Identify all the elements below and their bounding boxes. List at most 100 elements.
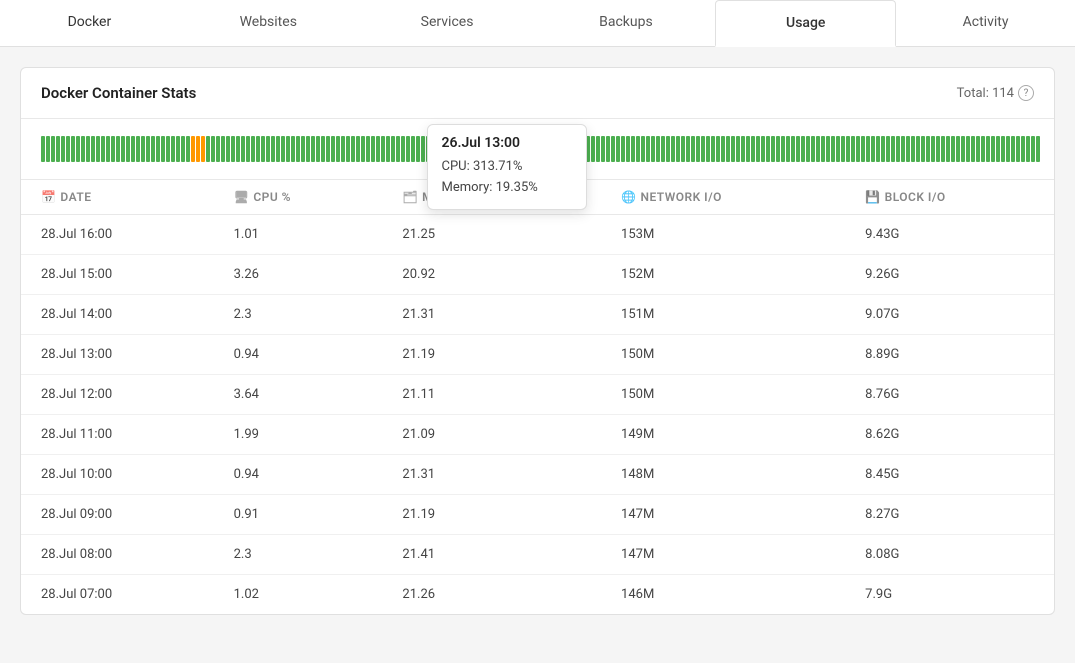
bar-segment: [616, 136, 620, 162]
cell-block: 9.07G: [845, 295, 1054, 335]
bar-segment: [261, 136, 265, 162]
main-content: Docker Container Stats Total: 114 ? 26.J…: [0, 47, 1075, 658]
bar-segment: [196, 136, 200, 162]
bar-segment: [656, 136, 660, 162]
bar-segment: [386, 136, 390, 162]
cell-memory: 21.25: [382, 215, 601, 255]
bar-segment: [686, 136, 690, 162]
bar-segment: [151, 136, 155, 162]
bar-segment: [641, 136, 645, 162]
bar-segment: [866, 136, 870, 162]
bar-segment: [956, 136, 960, 162]
bar-segment: [176, 136, 180, 162]
cell-cpu: 3.26: [214, 255, 383, 295]
cell-network: 148M: [601, 455, 845, 495]
cell-cpu: 2.3: [214, 295, 383, 335]
tab-docker[interactable]: Docker: [0, 0, 179, 46]
cell-network: 150M: [601, 375, 845, 415]
table-row: 28.Jul 11:001.9921.09149M8.62G: [21, 415, 1054, 455]
tooltip-date: 26.Jul 13:00: [442, 135, 572, 151]
bar-segment: [701, 136, 705, 162]
bar-segment: [136, 136, 140, 162]
bar-segment: [301, 136, 305, 162]
bar-segment: [871, 136, 875, 162]
cell-network: 150M: [601, 335, 845, 375]
cell-network: 149M: [601, 415, 845, 455]
cell-memory: 21.19: [382, 495, 601, 535]
cell-date: 28.Jul 10:00: [21, 455, 214, 495]
bar-segment: [1001, 136, 1005, 162]
bar-segment: [1026, 136, 1030, 162]
cell-network: 151M: [601, 295, 845, 335]
bar-segment: [961, 136, 965, 162]
bar-segment: [996, 136, 1000, 162]
cell-block: 8.89G: [845, 335, 1054, 375]
cpu-icon: 🖥: [234, 190, 250, 204]
bar-segment: [981, 136, 985, 162]
bar-segment: [416, 136, 420, 162]
bar-segment: [626, 136, 630, 162]
cell-memory: 21.11: [382, 375, 601, 415]
tab-activity[interactable]: Activity: [896, 0, 1075, 46]
table-row: 28.Jul 13:000.9421.19150M8.89G: [21, 335, 1054, 375]
bar-segment: [726, 136, 730, 162]
bar-segment: [761, 136, 765, 162]
bar-segment: [776, 136, 780, 162]
bar-segment: [801, 136, 805, 162]
bar-segment: [161, 136, 165, 162]
bar-segment: [946, 136, 950, 162]
bar-segment: [111, 136, 115, 162]
bar-segment: [926, 136, 930, 162]
cell-network: 146M: [601, 575, 845, 615]
bar-segment: [1011, 136, 1015, 162]
bar-segment: [666, 136, 670, 162]
cell-date: 28.Jul 09:00: [21, 495, 214, 535]
bar-segment: [631, 136, 635, 162]
cell-date: 28.Jul 14:00: [21, 295, 214, 335]
bar-segment: [991, 136, 995, 162]
bar-segment: [881, 136, 885, 162]
bar-segment: [796, 136, 800, 162]
tab-services[interactable]: Services: [358, 0, 537, 46]
tab-usage[interactable]: Usage: [715, 0, 896, 47]
bar-segment: [71, 136, 75, 162]
bar-segment: [621, 136, 625, 162]
bar-segment: [716, 136, 720, 162]
bar-segment: [336, 136, 340, 162]
cell-memory: 21.41: [382, 535, 601, 575]
bar-segment: [351, 136, 355, 162]
bar-segment: [781, 136, 785, 162]
bar-segment: [166, 136, 170, 162]
bar-segment: [406, 136, 410, 162]
cell-block: 8.45G: [845, 455, 1054, 495]
bar-segment: [361, 136, 365, 162]
tab-websites[interactable]: Websites: [179, 0, 358, 46]
cell-date: 28.Jul 16:00: [21, 215, 214, 255]
bar-segment: [1031, 136, 1035, 162]
cell-memory: 21.31: [382, 295, 601, 335]
bar-segment: [741, 136, 745, 162]
bar-segment: [156, 136, 160, 162]
help-icon[interactable]: ?: [1018, 85, 1034, 101]
nav-tabs: DockerWebsitesServicesBackupsUsageActivi…: [0, 0, 1075, 47]
bar-segment: [281, 136, 285, 162]
bar-segment: [1036, 136, 1040, 162]
bar-segment: [596, 136, 600, 162]
bar-segment: [381, 136, 385, 162]
cell-cpu: 1.02: [214, 575, 383, 615]
card-header: Docker Container Stats Total: 114 ?: [21, 68, 1054, 119]
cell-network: 147M: [601, 535, 845, 575]
bar-segment: [346, 136, 350, 162]
col-header-network: 🌐NETWORK I/O: [601, 180, 845, 215]
bar-segment: [976, 136, 980, 162]
cell-block: 8.27G: [845, 495, 1054, 535]
bar-segment: [876, 136, 880, 162]
table-row: 28.Jul 16:001.0121.25153M9.43G: [21, 215, 1054, 255]
bar-segment: [771, 136, 775, 162]
bar-segment: [86, 136, 90, 162]
bar-segment: [126, 136, 130, 162]
bar-segment: [286, 136, 290, 162]
bar-segment: [396, 136, 400, 162]
tab-backups[interactable]: Backups: [536, 0, 715, 46]
bar-segment: [856, 136, 860, 162]
